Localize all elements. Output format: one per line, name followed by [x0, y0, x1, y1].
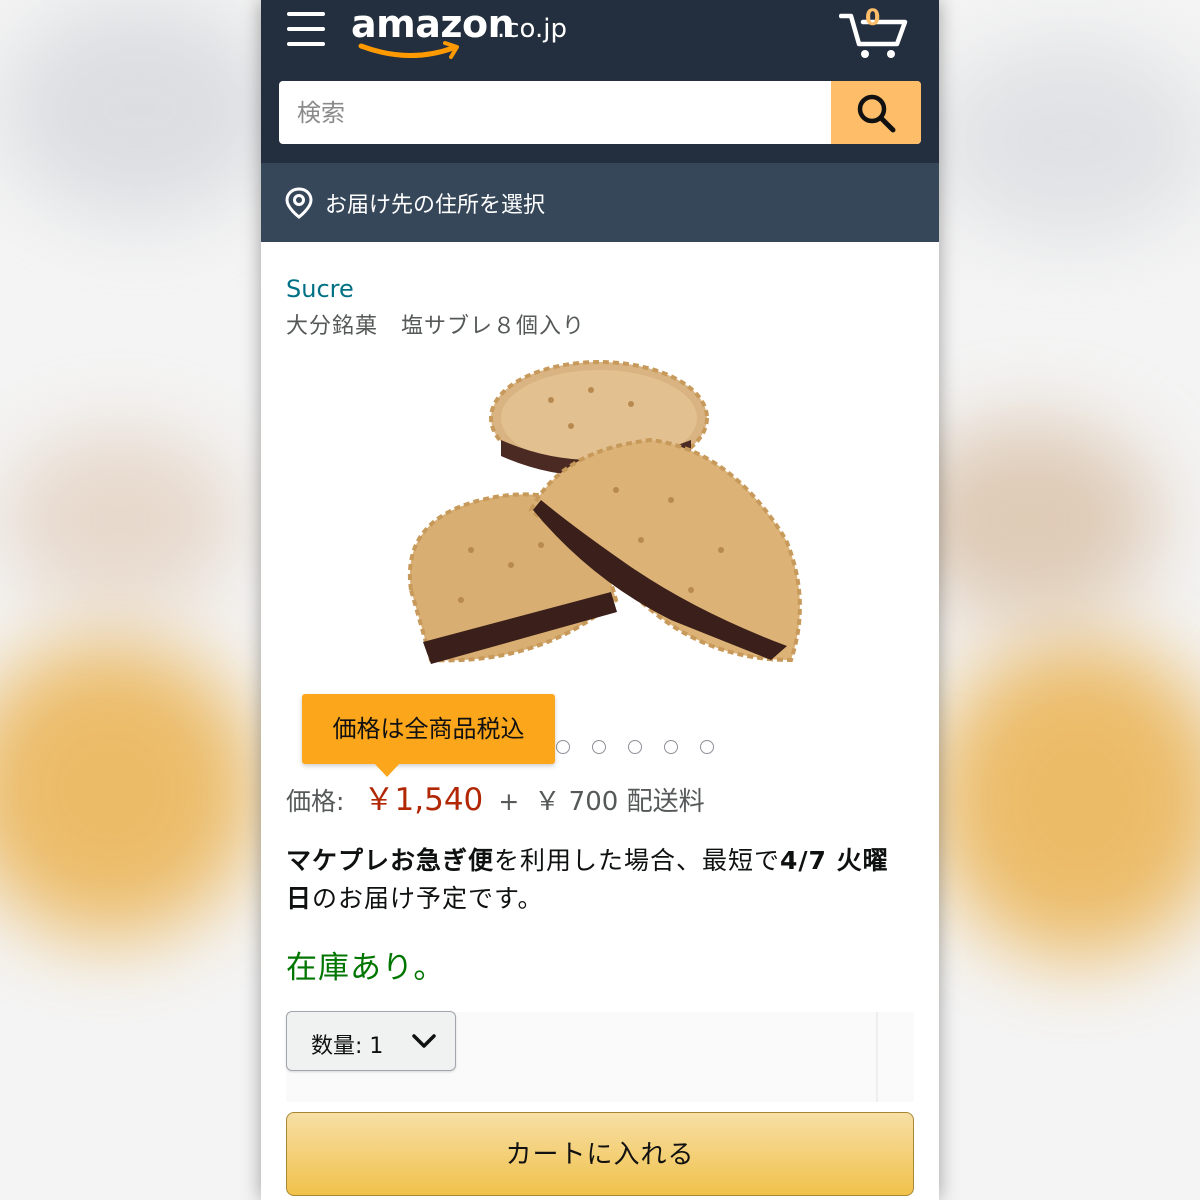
- add-to-cart-button[interactable]: カートに入れる: [286, 1112, 914, 1196]
- tax-included-tooltip: 価格は全商品税込: [302, 694, 555, 764]
- logo-smile-icon: [358, 41, 459, 59]
- search-icon: [857, 94, 896, 132]
- chevron-down-icon: [412, 1034, 436, 1048]
- delivery-text: を利用した場合、最短で: [494, 846, 781, 875]
- delivery-estimate: マケプレお急ぎ便を利用した場合、最短で4/7 火曜日のお届け予定です。: [286, 842, 906, 918]
- product-image[interactable]: [391, 360, 811, 680]
- location-pin-icon: [285, 187, 313, 219]
- carousel-dot[interactable]: [664, 740, 678, 754]
- stock-status: 在庫あり。: [286, 950, 446, 986]
- brand-link[interactable]: Sucre: [286, 275, 354, 303]
- quantity-dropdown[interactable]: 数量: 1: [286, 1011, 456, 1071]
- top-nav-bar: amazon .co.jp 0: [261, 0, 939, 163]
- hamburger-menu-icon[interactable]: [287, 12, 325, 48]
- search-input[interactable]: [279, 81, 831, 144]
- carousel-dot[interactable]: [628, 740, 642, 754]
- price-value: ￥1,540: [363, 782, 484, 818]
- delivery-text-end: のお届け予定です。: [312, 884, 544, 913]
- carousel-dot[interactable]: [700, 740, 714, 754]
- delivery-service-name: マケプレお急ぎ便: [286, 846, 495, 875]
- search-button[interactable]: [831, 81, 921, 144]
- cart-count-badge: 0: [865, 6, 881, 31]
- add-to-cart-label: カートに入れる: [505, 1140, 695, 1170]
- product-detail: Sucre 大分銘菓 塩サブレ８個入り 価格は全商品税込 価格: ￥1,540 …: [261, 242, 939, 1200]
- shipping-fee: ￥ 700 配送料: [534, 787, 705, 817]
- carousel-dot[interactable]: [556, 740, 570, 754]
- price-row: 価格: ￥1,540 + ￥ 700 配送料: [286, 774, 705, 818]
- search-bar: [279, 81, 921, 144]
- location-label: お届け先の住所を選択: [325, 193, 546, 218]
- carousel-dot[interactable]: [592, 740, 606, 754]
- product-title: 大分銘菓 塩サブレ８個入り: [286, 314, 586, 339]
- quantity-label: 数量: 1: [311, 1034, 384, 1059]
- logo-domain: .co.jp: [497, 14, 568, 44]
- price-plus: +: [498, 787, 520, 816]
- tooltip-text: 価格は全商品税込: [332, 715, 525, 743]
- phone-screen: amazon .co.jp 0 検索 お届け先の住所を選択 Sucre 大分銘菓…: [261, 0, 939, 1200]
- price-label: 価格:: [286, 787, 345, 816]
- delivery-location-bar[interactable]: お届け先の住所を選択: [261, 163, 939, 242]
